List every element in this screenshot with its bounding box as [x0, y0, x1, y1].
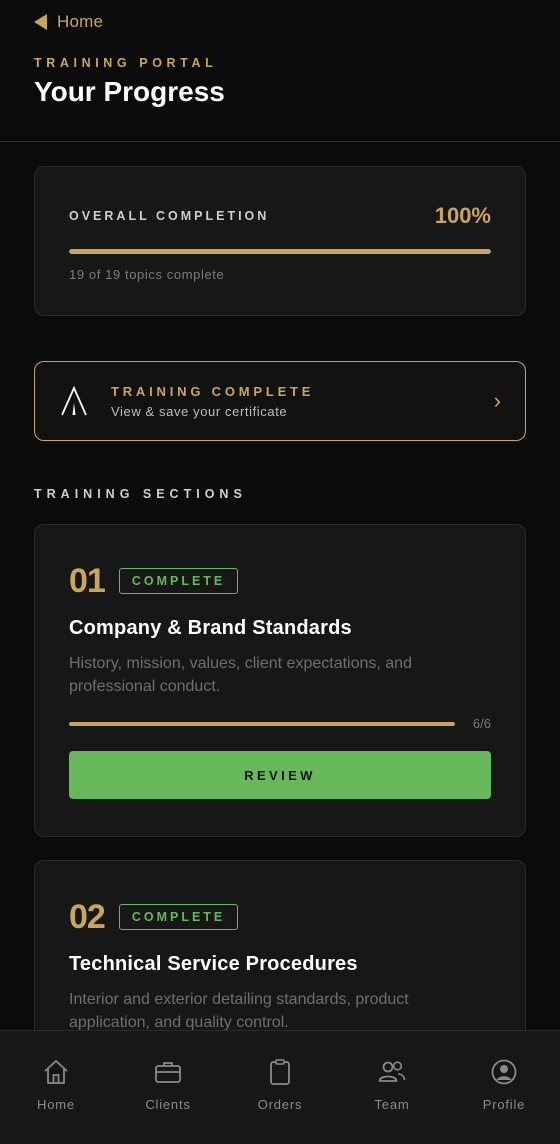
nav-item-clients[interactable]: Clients	[112, 1031, 224, 1144]
profile-icon	[491, 1059, 517, 1085]
section-number: 01	[69, 562, 106, 600]
page-title: Your Progress	[34, 76, 225, 107]
overall-progress-fill	[69, 249, 491, 254]
nav-label: Team	[374, 1097, 410, 1112]
overall-header: OVERALL COMPLETION 100%	[69, 203, 491, 229]
banner-title: TRAINING COMPLETE	[111, 383, 315, 399]
section-header: 02 COMPLETE	[69, 899, 491, 935]
brand-logo-icon	[61, 386, 87, 416]
nav-item-profile[interactable]: Profile	[448, 1031, 560, 1144]
nav-label: Profile	[482, 1097, 526, 1112]
back-row: Home	[34, 0, 526, 44]
review-button[interactable]: REVIEW	[69, 751, 491, 799]
overall-completion-card: OVERALL COMPLETION 100% 19 of 19 topics …	[34, 166, 526, 316]
team-icon	[378, 1061, 406, 1082]
section-description: Interior and exterior detailing standard…	[69, 991, 409, 1031]
progress-page: Home TRAINING PORTAL Your Progress OVERA…	[0, 0, 560, 1144]
overall-label: OVERALL COMPLETION	[69, 209, 270, 223]
section-header: 01 COMPLETE	[69, 563, 491, 599]
nav-label: Orders	[257, 1097, 303, 1112]
back-button[interactable]: Home	[34, 12, 103, 32]
section-title: Company & Brand Standards	[69, 617, 352, 639]
section-card: 01 COMPLETE Company & Brand Standards Hi…	[34, 524, 526, 837]
nav-label: Home	[37, 1097, 75, 1112]
header: Home TRAINING PORTAL Your Progress	[0, 0, 560, 142]
overall-progress-bar	[69, 249, 491, 254]
home-icon	[44, 1060, 68, 1084]
banner-text: TRAINING COMPLETE View & save your certi…	[111, 384, 494, 419]
section-description: History, mission, values, client expecta…	[69, 655, 412, 695]
nav-item-orders[interactable]: Orders	[224, 1031, 336, 1144]
status-badge: COMPLETE	[118, 568, 239, 594]
clipboard-icon	[270, 1059, 290, 1085]
bottom-nav: Home Clients Orders Team Profile	[0, 1030, 560, 1144]
section-progress: 6/6	[69, 716, 491, 731]
section-title: Technical Service Procedures	[69, 953, 358, 975]
nav-item-team[interactable]: Team	[336, 1031, 448, 1144]
section-number: 02	[69, 898, 106, 936]
back-label: Home	[57, 12, 104, 31]
section-progress-bar	[69, 721, 455, 726]
section-progress-fill	[69, 721, 455, 726]
nav-label: Clients	[145, 1097, 191, 1112]
certificate-banner[interactable]: TRAINING COMPLETE View & save your certi…	[34, 361, 526, 441]
page-eyebrow: TRAINING PORTAL	[34, 56, 218, 70]
overall-percent: 100%	[434, 203, 491, 228]
sections-heading: TRAINING SECTIONS	[34, 487, 247, 501]
status-badge: COMPLETE	[118, 904, 239, 930]
briefcase-icon	[155, 1062, 181, 1083]
section-count: 6/6	[472, 716, 491, 731]
back-arrow-icon	[34, 14, 47, 30]
banner-subtitle: View & save your certificate	[111, 403, 288, 419]
nav-item-home[interactable]: Home	[0, 1031, 112, 1144]
overall-subtext: 19 of 19 topics complete	[69, 267, 225, 282]
chevron-right-icon: ›	[493, 388, 501, 413]
